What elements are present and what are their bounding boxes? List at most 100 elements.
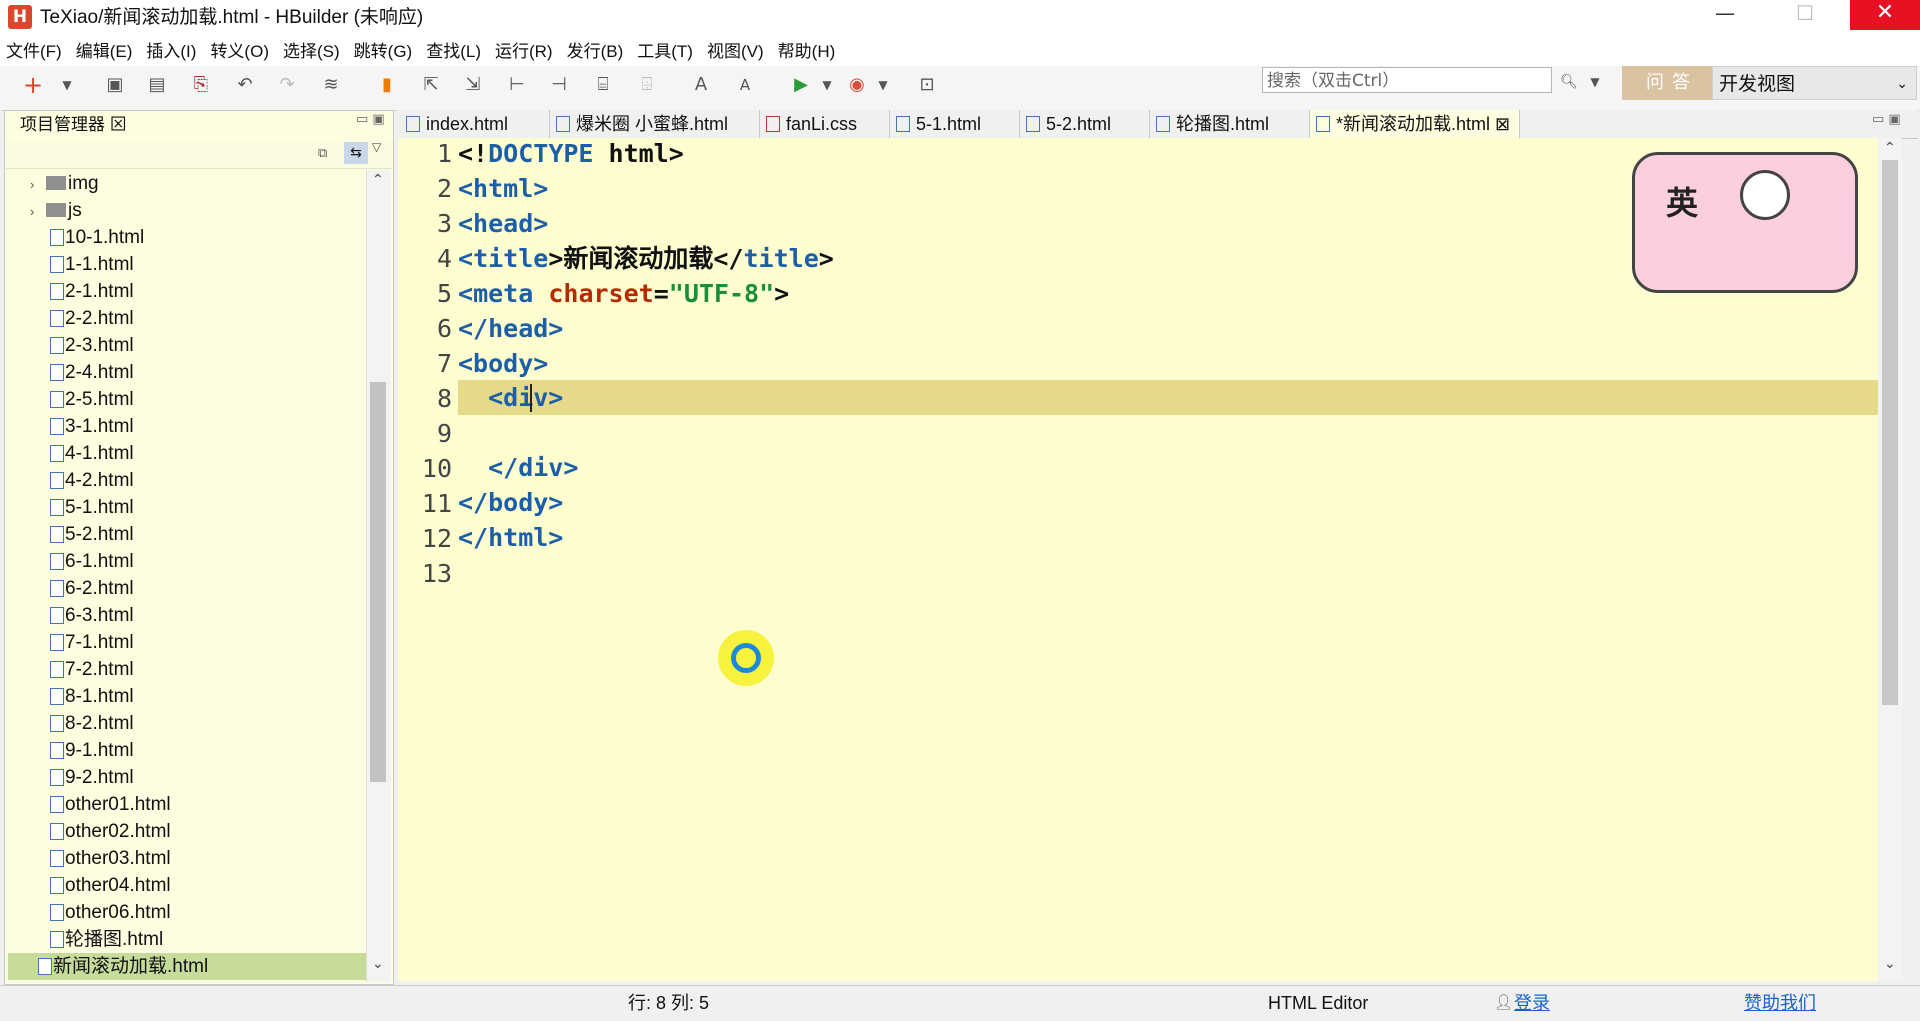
tree-file-item[interactable]: 7-2.html xyxy=(20,656,134,683)
search-icon[interactable]: 🔍︎ xyxy=(1558,71,1580,93)
tree-file-item[interactable]: 2-2.html xyxy=(20,305,134,332)
tree-file-item[interactable]: 6-1.html xyxy=(20,548,134,575)
uncomment-icon[interactable]: ⌹ xyxy=(636,74,658,96)
menu-insert[interactable]: 插入(I) xyxy=(140,38,202,66)
code-line-12[interactable]: </html> xyxy=(458,520,563,555)
tree-file-item[interactable]: 轮播图.html xyxy=(20,926,163,953)
tree-file-item[interactable]: other04.html xyxy=(20,872,171,899)
tab-carousel-html[interactable]: 轮播图.html xyxy=(1150,110,1310,138)
tree-file-item[interactable]: 4-1.html xyxy=(20,440,134,467)
bookmark-icon[interactable]: ▮ xyxy=(376,74,398,96)
goto-icon[interactable]: ⇱ xyxy=(420,74,442,96)
menu-tools[interactable]: 工具(T) xyxy=(631,38,699,66)
menu-run[interactable]: 运行(R) xyxy=(489,38,559,66)
tree-file-item[interactable]: other02.html xyxy=(20,818,171,845)
preview-icon[interactable]: ⊡ xyxy=(916,74,938,96)
comment-icon[interactable]: ⌸ xyxy=(592,74,614,96)
view-select[interactable]: 开发视图 ⌄ xyxy=(1712,66,1917,100)
tree-file-item[interactable]: 5-1.html xyxy=(20,494,134,521)
code-line-10[interactable]: </div> xyxy=(458,450,578,485)
scroll-up-icon[interactable]: ⌃ xyxy=(1884,140,1896,156)
menu-publish[interactable]: 发行(B) xyxy=(561,38,630,66)
expand-arrow-icon[interactable]: › xyxy=(30,171,46,198)
code-line-2[interactable]: <html> xyxy=(458,171,548,206)
menu-view[interactable]: 视图(V) xyxy=(701,38,770,66)
code-line-11[interactable]: </body> xyxy=(458,485,563,520)
donate-link[interactable]: 赞助我们 xyxy=(1744,988,1816,1018)
redo-icon[interactable]: ↷ xyxy=(276,74,298,96)
editor-minimize-icon[interactable]: ▭ ▣ xyxy=(1872,112,1901,127)
format-icon[interactable]: ≋ xyxy=(320,74,342,96)
code-line-3[interactable]: <head> xyxy=(458,206,548,241)
run-icon[interactable]: ▶ xyxy=(790,74,812,96)
font-smaller-icon[interactable]: A xyxy=(734,74,756,96)
save-icon[interactable]: ▣ xyxy=(104,74,126,96)
tree-file-item[interactable]: 2-1.html xyxy=(20,278,134,305)
tree-file-item[interactable]: 2-3.html xyxy=(20,332,134,359)
close-file-icon[interactable]: ⎘ xyxy=(190,74,212,96)
tree-file-item[interactable]: 6-2.html xyxy=(20,575,134,602)
tree-file-item[interactable]: 9-1.html xyxy=(20,737,134,764)
tab-5-1-html[interactable]: 5-1.html xyxy=(890,110,1020,138)
menu-help[interactable]: 帮助(H) xyxy=(772,38,842,66)
menu-file[interactable]: 文件(F) xyxy=(0,38,68,66)
tree-folder-img[interactable]: › img xyxy=(20,170,99,197)
browser-dropdown-icon[interactable]: ▼ xyxy=(872,74,894,96)
scroll-down-icon[interactable]: ⌄ xyxy=(372,956,384,972)
undo-icon[interactable]: ↶ xyxy=(234,74,256,96)
save-all-icon[interactable]: ▤ xyxy=(146,74,168,96)
tree-file-item[interactable]: 10-1.html xyxy=(20,224,144,251)
link-editor-icon[interactable]: ⇆ xyxy=(344,142,368,164)
login-link[interactable]: 登录 xyxy=(1514,988,1550,1018)
code-line-8[interactable]: <div> xyxy=(458,380,563,415)
tree-file-item[interactable]: other03.html xyxy=(20,845,171,872)
tab-5-2-html[interactable]: 5-2.html xyxy=(1020,110,1150,138)
tab-fanli-css[interactable]: fanLi.css xyxy=(760,110,890,138)
fold-icon[interactable]: ⊢ xyxy=(506,74,528,96)
tree-file-item[interactable]: 4-2.html xyxy=(20,467,134,494)
tab-index-html[interactable]: index.html xyxy=(400,110,550,138)
search-dropdown-icon[interactable]: ▼ xyxy=(1584,71,1606,93)
new-file-icon[interactable]: + xyxy=(22,73,44,97)
tree-file-item[interactable]: 9-2.html xyxy=(20,764,134,791)
close-window-button[interactable]: ✕ xyxy=(1850,0,1920,30)
code-line-1[interactable]: <!DOCTYPE html> xyxy=(458,136,684,171)
tree-file-item[interactable]: 2-4.html xyxy=(20,359,134,386)
editor-scrollbar-thumb[interactable] xyxy=(1882,160,1898,705)
run-dropdown-icon[interactable]: ▼ xyxy=(816,74,838,96)
tree-file-item[interactable]: 1-1.html xyxy=(20,251,134,278)
unfold-icon[interactable]: ⊣ xyxy=(548,74,570,96)
tree-file-item[interactable]: 6-3.html xyxy=(20,602,134,629)
tree-file-item[interactable]: 5-2.html xyxy=(20,521,134,548)
menu-edit[interactable]: 编辑(E) xyxy=(70,38,139,66)
code-line-6[interactable]: </head> xyxy=(458,311,563,346)
panel-menu-icon[interactable]: ▽ xyxy=(372,140,381,154)
minimize-button[interactable]: — xyxy=(1690,0,1760,30)
panel-minimize-icon[interactable]: ▭ ▣ xyxy=(356,112,385,127)
tree-file-item[interactable]: 7-1.html xyxy=(20,629,134,656)
scroll-up-icon[interactable]: ⌃ xyxy=(372,172,384,188)
browser-icon[interactable]: ◉ xyxy=(846,74,868,96)
project-panel-tab[interactable]: 项目管理器 ⊠ xyxy=(8,112,127,138)
menu-select[interactable]: 选择(S) xyxy=(277,38,346,66)
tree-file-item[interactable]: other06.html xyxy=(20,899,171,926)
new-dropdown-icon[interactable]: ▼ xyxy=(56,74,78,96)
menu-goto[interactable]: 跳转(G) xyxy=(348,38,419,66)
font-larger-icon[interactable]: A xyxy=(690,74,712,96)
jump-icon[interactable]: ⇲ xyxy=(462,74,484,96)
tab-popcorn-bee[interactable]: 爆米圈 小蜜蜂.html xyxy=(550,110,760,138)
tab-news-scroll-html[interactable]: *新闻滚动加载.html ⊠ xyxy=(1310,110,1520,138)
tree-file-item[interactable]: other01.html xyxy=(20,791,171,818)
collapse-all-icon[interactable]: ⧉ xyxy=(318,146,327,161)
code-line-7[interactable]: <body> xyxy=(458,346,548,381)
tree-scrollbar-thumb[interactable] xyxy=(370,382,386,782)
expand-arrow-icon[interactable]: › xyxy=(30,198,46,225)
maximize-button[interactable]: ☐ xyxy=(1770,0,1840,30)
tree-file-item[interactable]: 2-5.html xyxy=(20,386,134,413)
tree-folder-js[interactable]: › js xyxy=(20,197,82,224)
tree-file-item[interactable]: 新闻滚动加载.html xyxy=(8,953,366,980)
code-line-4[interactable]: <title>新闻滚动加载</title> xyxy=(458,241,834,276)
menu-find[interactable]: 查找(L) xyxy=(420,38,487,66)
search-input[interactable]: 搜索（双击Ctrl） xyxy=(1262,67,1552,93)
tree-file-item[interactable]: 8-2.html xyxy=(20,710,134,737)
